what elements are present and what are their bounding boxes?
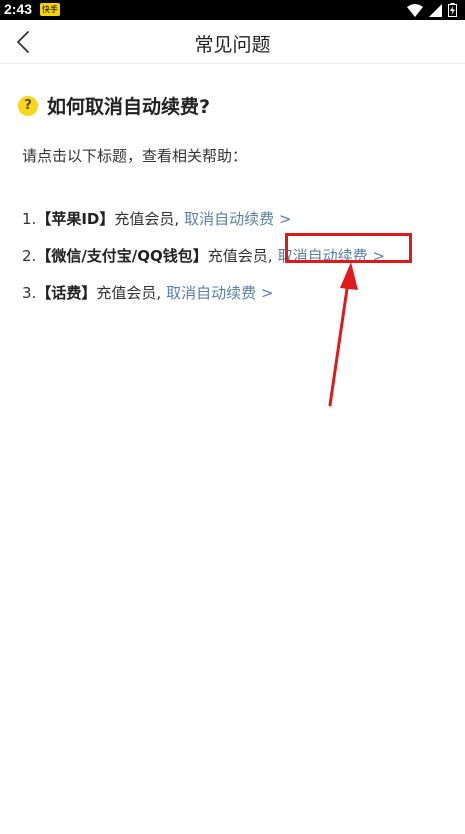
list-item: 1. 【苹果ID】 充值会员, 取消自动续费 > — [22, 200, 385, 237]
item-text: 充值会员, — [207, 247, 273, 265]
item-text: 充值会员, — [114, 210, 180, 228]
item-text: 充值会员, — [96, 284, 162, 302]
annotation-arrow — [328, 262, 358, 407]
cancel-renewal-link[interactable]: 取消自动续费 > — [184, 208, 291, 229]
app-badge: 快手 — [40, 3, 60, 16]
annotation-highlight-box — [285, 233, 412, 263]
status-icons — [407, 3, 457, 17]
status-bar: 2:43 快手 — [0, 0, 465, 20]
question-title: 如何取消自动续费? — [47, 96, 211, 118]
item-number: 1. — [22, 209, 37, 228]
question-heading: ? 如何取消自动续费? — [18, 92, 210, 119]
intro-text: 请点击以下标题，查看相关帮助： — [22, 147, 248, 165]
page-title: 常见问题 — [194, 34, 271, 56]
cancel-renewal-link[interactable]: 取消自动续费 > — [166, 282, 273, 303]
item-number: 2. — [22, 246, 37, 265]
item-number: 3. — [22, 283, 37, 302]
wifi-icon — [407, 3, 423, 17]
nav-bar: 常见问题 — [0, 20, 465, 64]
item-platform: 【微信/支付宝/QQ钱包】 — [36, 247, 208, 265]
item-platform: 【苹果ID】 — [36, 210, 115, 228]
battery-charging-icon — [448, 3, 457, 17]
question-icon: ? — [18, 95, 38, 116]
status-time: 2:43 — [4, 1, 33, 17]
list-item: 3. 【话费】 充值会员, 取消自动续费 > — [22, 274, 385, 311]
signal-icon — [429, 3, 442, 17]
item-platform: 【话费】 — [36, 284, 97, 302]
